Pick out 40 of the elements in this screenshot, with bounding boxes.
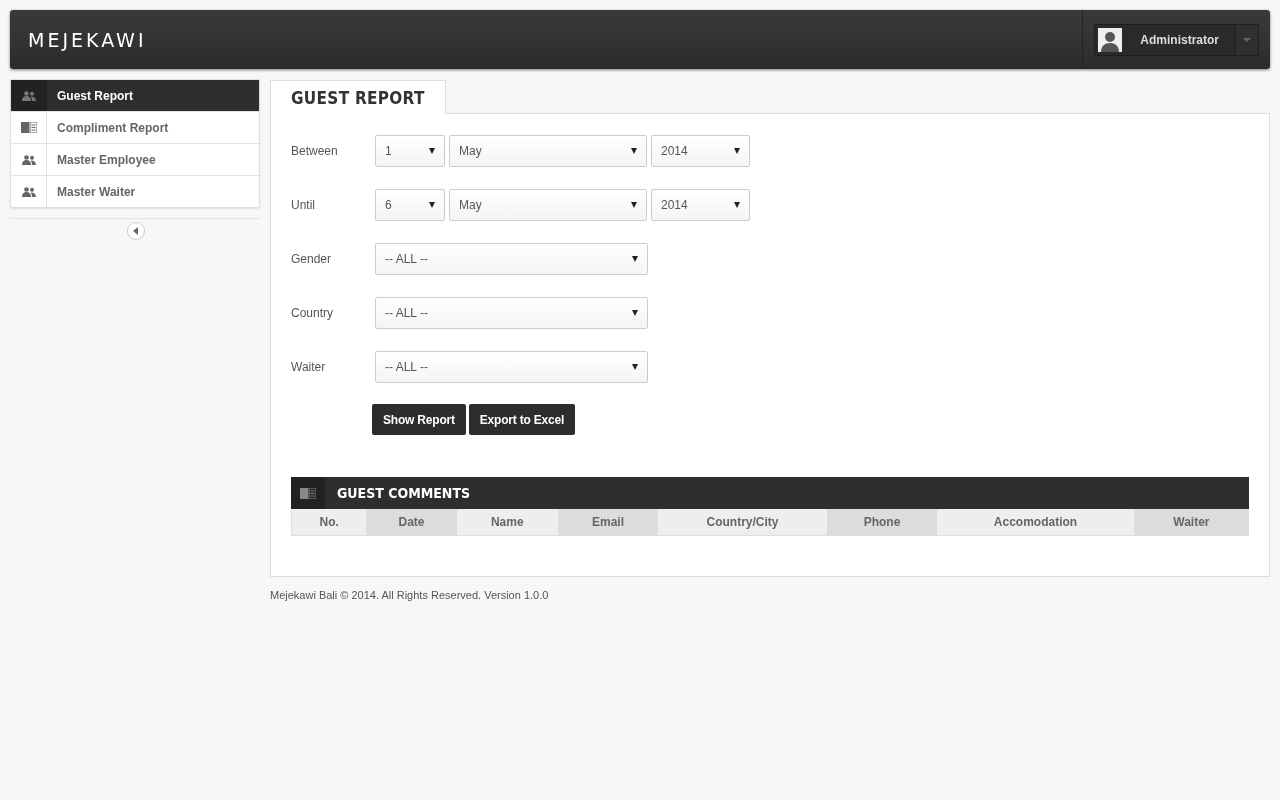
select-field[interactable]: -- ALL -- bbox=[375, 351, 648, 383]
select-field[interactable]: May bbox=[449, 135, 647, 167]
column-header[interactable]: Date bbox=[366, 509, 457, 536]
sidebar-item[interactable]: Master Waiter bbox=[11, 175, 259, 207]
field-label: Between bbox=[291, 144, 339, 158]
select-field[interactable]: -- ALL -- bbox=[375, 243, 648, 275]
column-header[interactable]: Name bbox=[456, 509, 559, 536]
column-header[interactable]: Phone bbox=[827, 509, 937, 536]
dropdown-toggle[interactable] bbox=[1235, 24, 1258, 55]
left-arrow-icon bbox=[133, 227, 139, 235]
footer-text: Mejekawi Bali © 2014. All Rights Reserved. Version 1.0.0 bbox=[270, 589, 549, 601]
select-field[interactable]: 2014 bbox=[651, 189, 750, 221]
sidebar-item[interactable]: Compliment Report bbox=[11, 111, 259, 143]
report-icon bbox=[20, 122, 37, 133]
select-field[interactable]: 1 bbox=[375, 135, 445, 167]
export-button[interactable]: Export to Excel bbox=[468, 404, 576, 435]
field-label: Country bbox=[291, 306, 335, 320]
show-report-button[interactable]: Show Report bbox=[372, 404, 466, 435]
users-icon bbox=[21, 90, 36, 101]
field-label: Waiter bbox=[291, 360, 327, 374]
select-field[interactable]: May bbox=[449, 189, 647, 221]
column-header[interactable]: Email bbox=[558, 509, 658, 536]
tab[interactable]: GUEST REPORT bbox=[270, 80, 446, 114]
field-label: Gender bbox=[291, 252, 333, 266]
select-field[interactable]: 2014 bbox=[651, 135, 750, 167]
select-field[interactable]: -- ALL -- bbox=[375, 297, 648, 329]
users-icon bbox=[21, 154, 36, 165]
users-icon bbox=[21, 186, 36, 197]
report-icon bbox=[300, 487, 316, 499]
column-header[interactable]: Country/City bbox=[657, 509, 828, 536]
collapse-button[interactable] bbox=[127, 222, 145, 240]
column-header[interactable]: Waiter bbox=[1134, 509, 1249, 536]
field-label: Until bbox=[291, 198, 316, 212]
section-title: GUEST COMMENTS bbox=[336, 485, 471, 501]
sidebar-item[interactable]: Master Employee bbox=[11, 143, 259, 175]
column-header[interactable]: Accomodation bbox=[936, 509, 1135, 536]
column-header[interactable]: No. bbox=[291, 509, 367, 536]
select-field[interactable]: 6 bbox=[375, 189, 445, 221]
app-logo: MEJEKAWI bbox=[28, 28, 147, 51]
sidebar-item[interactable]: Guest Report bbox=[11, 80, 259, 111]
